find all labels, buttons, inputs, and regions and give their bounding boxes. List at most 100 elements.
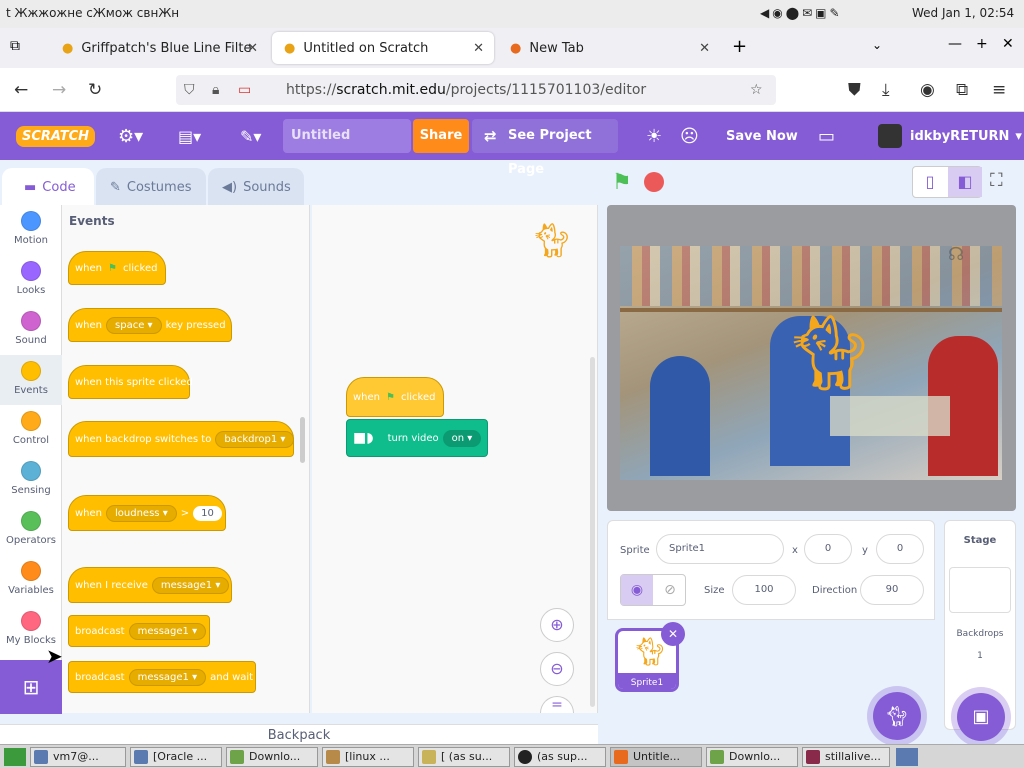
category-variables[interactable]: Variables	[0, 555, 62, 605]
my-stuff-folder-icon[interactable]: ▭	[818, 112, 835, 160]
turn-video-block[interactable]: ■◗ turn video on ▾	[346, 419, 488, 457]
backpack-bar[interactable]: Backpack	[0, 724, 598, 744]
close-tab-icon[interactable]: ✕	[247, 41, 258, 56]
when-i-receive-block[interactable]: when I receive message1 ▾	[68, 567, 232, 603]
taskbar-item[interactable]: [Oracle ...	[130, 747, 222, 767]
bookmark-star-icon[interactable]: ☆	[750, 75, 763, 105]
video-state-dropdown[interactable]: on ▾	[442, 429, 482, 447]
tab-list-chevron-icon[interactable]: ⌄	[872, 38, 882, 52]
broadcast-and-wait-block[interactable]: broadcast message1 ▾ and wait	[68, 661, 256, 693]
loudness-number-input[interactable]: 10	[193, 505, 222, 521]
tab-code[interactable]: ▬ Code	[2, 168, 94, 206]
close-tab-icon[interactable]: ✕	[699, 41, 710, 56]
taskbar-item[interactable]: vm7@...	[30, 747, 126, 767]
zoom-out-button[interactable]: ⊖	[540, 652, 574, 686]
palette-scrollbar[interactable]	[300, 417, 305, 463]
browser-tab-new[interactable]: ● New Tab ✕	[498, 32, 720, 64]
downloads-icon[interactable]: ⤓	[882, 80, 890, 100]
lock-icon[interactable]: 🔒︎	[212, 75, 219, 105]
category-looks[interactable]: Looks	[0, 255, 62, 305]
category-operators[interactable]: Operators	[0, 505, 62, 555]
when-backdrop-switches-block[interactable]: when backdrop switches to backdrop1 ▾	[68, 421, 295, 457]
when-sprite-clicked-block[interactable]: when this sprite clicked	[68, 365, 193, 399]
tab-sounds[interactable]: ◀) Sounds	[208, 168, 304, 206]
edit-menu-icon[interactable]: ✎▾	[240, 112, 261, 160]
save-now-button[interactable]: Save Now	[726, 112, 798, 160]
browser-tab-untitled[interactable]: ● Untitled on Scratch ✕	[272, 32, 494, 64]
direction-input[interactable]: 90	[860, 575, 924, 605]
taskbar-item[interactable]: Downlo...	[226, 747, 318, 767]
when-flag-clicked-block[interactable]: when ⚑ clicked	[68, 251, 166, 285]
taskbar-item[interactable]: [ (as su...	[418, 747, 510, 767]
message-dropdown[interactable]: message1 ▾	[128, 622, 207, 640]
green-flag-button[interactable]: ⚑	[612, 170, 632, 195]
new-tab-button[interactable]: +	[732, 36, 747, 57]
message-dropdown[interactable]: message1 ▾	[151, 576, 230, 594]
broadcast-block[interactable]: broadcast message1 ▾	[68, 615, 210, 647]
loudness-dropdown[interactable]: loudness ▾	[106, 504, 177, 522]
tab-costumes[interactable]: ✎ Costumes	[96, 168, 206, 206]
url-field[interactable]: ⛉ 🔒︎ ▭ https://scratch.mit.edu/projects/…	[176, 75, 776, 105]
code-workspace[interactable]: 🐈︎ when ⚑ clicked ■◗ turn video on ▾ ⊕ ⊖…	[312, 205, 598, 713]
key-dropdown[interactable]: space ▾	[106, 316, 162, 334]
back-arrow-icon[interactable]: ←	[14, 80, 28, 100]
stage-canvas[interactable]: 🐈︎ ☊	[607, 205, 1016, 511]
zoom-reset-button[interactable]: =	[540, 696, 574, 713]
delete-sprite-icon[interactable]: ✕	[661, 622, 685, 646]
script-when-flag-clicked-block[interactable]: when ⚑ clicked	[346, 377, 444, 417]
category-sound[interactable]: Sound	[0, 305, 62, 355]
reload-icon[interactable]: ↻	[88, 80, 102, 100]
add-extension-button[interactable]: ⊞	[0, 660, 62, 714]
size-input[interactable]: 100	[732, 575, 796, 605]
debug-bug-icon[interactable]: ☹	[680, 112, 699, 160]
theme-bulb-icon[interactable]: ☀	[646, 112, 662, 160]
when-loudness-block[interactable]: when loudness ▾ > 10	[68, 495, 226, 531]
tray-icons[interactable]: ◀◉⬤✉▣✎	[760, 6, 843, 20]
sprite-name-input[interactable]: Sprite1	[656, 534, 784, 564]
menu-hamburger-icon[interactable]: ≡	[992, 80, 1006, 100]
minimize-window-icon[interactable]: —	[948, 36, 962, 52]
settings-gear-icon[interactable]: ⚙▾	[118, 112, 143, 160]
zoom-in-button[interactable]: ⊕	[540, 608, 574, 642]
y-position-input[interactable]: 0	[876, 534, 924, 564]
project-title-input[interactable]: Untitled	[283, 119, 411, 153]
category-events[interactable]: Events	[0, 355, 62, 405]
scratch-logo[interactable]: SCRATCH	[16, 112, 96, 160]
system-menu-text[interactable]: t Жжжожне сЖмож свнЖн	[6, 6, 179, 20]
workspace-scrollbar[interactable]	[590, 357, 595, 707]
shield-icon[interactable]: ⛉	[184, 75, 195, 105]
scratch-cat-sprite-icon[interactable]: 🐈︎	[782, 310, 876, 397]
stop-button[interactable]	[644, 172, 664, 192]
file-menu-icon[interactable]: ▤▾	[178, 112, 201, 160]
message-dropdown[interactable]: message1 ▾	[128, 668, 207, 686]
when-key-pressed-block[interactable]: when space ▾ key pressed	[68, 308, 232, 342]
tab-overview-icon[interactable]: ⧉	[10, 38, 20, 54]
system-clock[interactable]: Wed Jan 1, 02:54	[912, 6, 1014, 20]
category-sensing[interactable]: Sensing	[0, 455, 62, 505]
maximize-window-icon[interactable]: +	[976, 36, 988, 52]
category-motion[interactable]: Motion	[0, 205, 62, 255]
close-window-icon[interactable]: ✕	[1002, 36, 1014, 52]
x-position-input[interactable]: 0	[804, 534, 852, 564]
account-icon[interactable]: ◉	[920, 80, 935, 100]
backdrop-thumbnail[interactable]	[949, 567, 1011, 613]
show-desktop-icon[interactable]	[4, 748, 26, 766]
forward-arrow-icon[interactable]: →	[52, 80, 66, 100]
normal-stage-icon[interactable]: ◧	[948, 167, 982, 197]
taskbar-item[interactable]: (as sup...	[514, 747, 606, 767]
show-sprite-eye-icon[interactable]: ◉	[621, 575, 653, 605]
extensions-icon[interactable]: ⧉	[956, 80, 968, 100]
backdrop-dropdown[interactable]: backdrop1 ▾	[215, 430, 295, 448]
taskbar-item[interactable]: Downlo...	[706, 747, 798, 767]
pocket-icon[interactable]: ⛊	[848, 80, 861, 100]
see-project-page-button[interactable]: ⇄ See Project Page	[472, 119, 618, 177]
account-menu[interactable]: idkbyRETURN ▾	[878, 112, 1022, 160]
choose-backdrop-button[interactable]: ▣	[957, 693, 1005, 741]
choose-sprite-button[interactable]: 🐈︎	[873, 692, 921, 740]
camera-permission-icon[interactable]: ▭	[238, 75, 251, 105]
stage-panel[interactable]: Stage Backdrops 1 ▣	[944, 520, 1016, 741]
share-button[interactable]: Share	[413, 119, 469, 153]
close-tab-icon[interactable]: ✕	[473, 41, 484, 56]
category-control[interactable]: Control	[0, 405, 62, 455]
taskbar-item[interactable]: stillalive...	[802, 747, 890, 767]
